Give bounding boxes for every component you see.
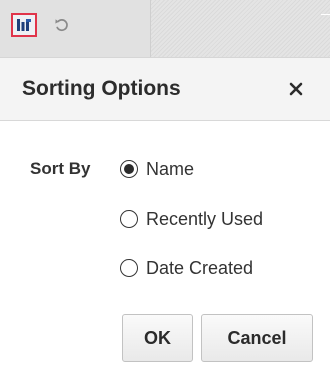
sort-tool-button[interactable] [11, 13, 37, 37]
radio-button-unchecked[interactable] [120, 259, 138, 277]
cancel-button[interactable]: Cancel [201, 314, 313, 362]
radio-button-unchecked[interactable] [120, 210, 138, 228]
toolbar [0, 0, 330, 57]
sort-by-label: Sort By [30, 159, 91, 178]
sort-option-recently-used[interactable]: Recently Used [120, 207, 263, 231]
sorting-options-dialog: Sorting Options Sort By Name Recently Us… [0, 57, 330, 372]
sort-option-label: Recently Used [146, 208, 264, 229]
sort-option-name[interactable]: Name [120, 157, 194, 181]
toolbar-panel [150, 0, 330, 57]
sort-option-date-created[interactable]: Date Created [120, 256, 253, 280]
undo-icon [55, 19, 68, 32]
radio-button-checked[interactable] [120, 160, 138, 178]
undo-button[interactable] [49, 12, 75, 38]
dialog-title: Sorting Options [22, 77, 181, 100]
sort-icon [17, 19, 31, 31]
sort-option-label: Date Created [146, 257, 254, 278]
close-button[interactable] [282, 75, 310, 103]
ok-button[interactable]: OK [122, 314, 193, 362]
dialog-header: Sorting Options [0, 58, 330, 121]
close-icon [289, 82, 303, 96]
sort-option-label: Name [146, 158, 195, 179]
